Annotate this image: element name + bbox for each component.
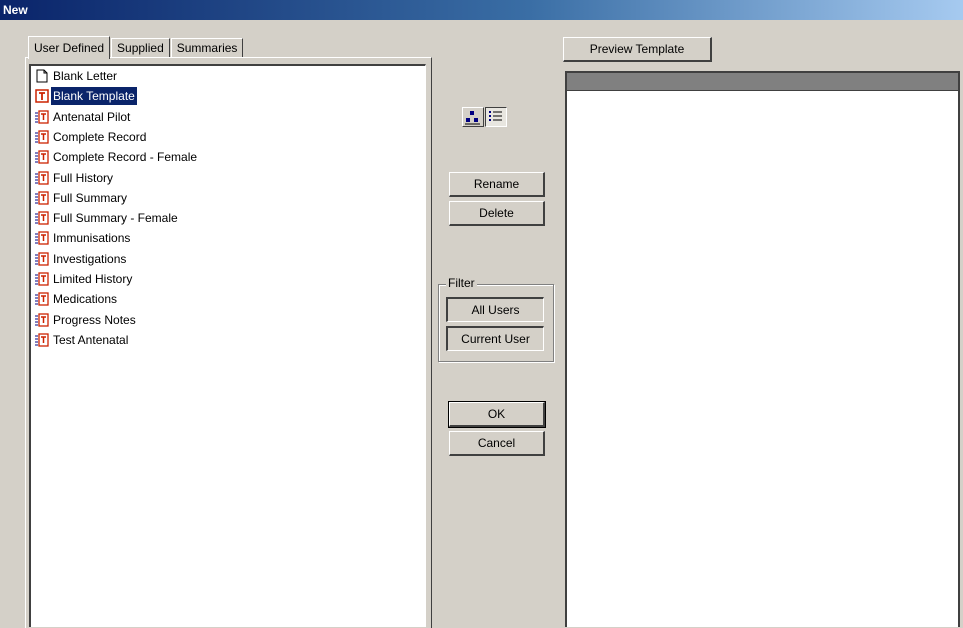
details-list-view-icon <box>489 111 502 121</box>
template-stack-icon <box>35 292 49 306</box>
details-view-button[interactable] <box>485 107 507 127</box>
list-item[interactable]: Antenatal Pilot <box>35 108 132 126</box>
preview-panel <box>565 71 960 627</box>
all-users-button[interactable]: All Users <box>446 297 544 322</box>
template-stack-icon <box>35 150 49 164</box>
template-stack-icon <box>35 231 49 246</box>
list-item[interactable]: Immunisations <box>35 229 132 247</box>
list-item-label: Blank Template <box>50 86 138 107</box>
list-item-label: Full History <box>53 170 114 185</box>
preview-template-button[interactable]: Preview Template <box>563 37 712 62</box>
list-item[interactable]: Blank Letter <box>35 67 119 85</box>
template-stack-icon <box>35 333 49 347</box>
rename-button[interactable]: Rename <box>449 172 545 197</box>
list-item-label: Antenatal Pilot <box>53 109 131 124</box>
template-stack-icon <box>35 170 49 185</box>
template-stack-icon <box>35 191 49 205</box>
tab-strip: User Defined Supplied Summaries <box>28 36 244 59</box>
list-item-label: Progress Notes <box>53 312 136 327</box>
blank-document-icon <box>35 69 49 83</box>
list-item-label: Investigations <box>53 251 127 266</box>
list-item-label: Test Antenatal <box>53 332 129 347</box>
list-item[interactable]: Progress Notes <box>35 311 138 329</box>
list-item[interactable]: Limited History <box>35 270 134 288</box>
list-item[interactable]: Full Summary <box>35 189 129 207</box>
tab-supplied[interactable]: Supplied <box>111 38 170 58</box>
list-item[interactable]: Complete Record - Female <box>35 148 199 166</box>
template-t-icon <box>35 89 49 104</box>
template-stack-icon <box>35 312 49 327</box>
template-stack-icon <box>35 272 49 286</box>
list-item-label: Medications <box>53 292 118 307</box>
template-stack-icon <box>35 109 49 124</box>
cancel-button[interactable]: Cancel <box>449 431 545 456</box>
template-stack-icon <box>35 211 49 225</box>
template-list[interactable]: Blank Letter Blank Template Antenatal Pilo… <box>29 64 426 627</box>
template-stack-icon <box>35 130 49 144</box>
list-item-label: Full Summary <box>53 190 128 205</box>
list-item[interactable]: Blank Template <box>35 86 138 107</box>
list-item[interactable]: Full Summary - Female <box>35 209 180 227</box>
current-user-button[interactable]: Current User <box>446 326 544 351</box>
delete-button[interactable]: Delete <box>449 201 545 226</box>
list-item-label: Complete Record <box>53 129 147 144</box>
preview-header <box>567 73 958 91</box>
list-item-label: Full Summary - Female <box>53 211 178 226</box>
list-item[interactable]: Test Antenatal <box>35 331 130 349</box>
title-bar: New <box>0 0 963 20</box>
tab-summaries[interactable]: Summaries <box>170 38 244 58</box>
list-item-label: Immunisations <box>53 231 131 246</box>
large-icons-view-icon <box>465 111 480 125</box>
list-item-label: Complete Record - Female <box>53 150 198 165</box>
large-icons-view-button[interactable] <box>462 107 484 127</box>
list-item-label: Limited History <box>53 272 133 286</box>
ok-button[interactable]: OK <box>448 401 546 428</box>
list-item[interactable]: Investigations <box>35 250 128 268</box>
filter-label: Filter <box>446 276 477 290</box>
template-stack-icon <box>35 252 49 266</box>
list-item-label: Blank Letter <box>53 69 118 83</box>
tab-user-defined[interactable]: User Defined <box>28 36 111 59</box>
list-item[interactable]: Medications <box>35 290 119 308</box>
list-item[interactable]: Complete Record <box>35 128 148 146</box>
list-item[interactable]: Full History <box>35 169 115 187</box>
window-title: New <box>3 3 28 17</box>
